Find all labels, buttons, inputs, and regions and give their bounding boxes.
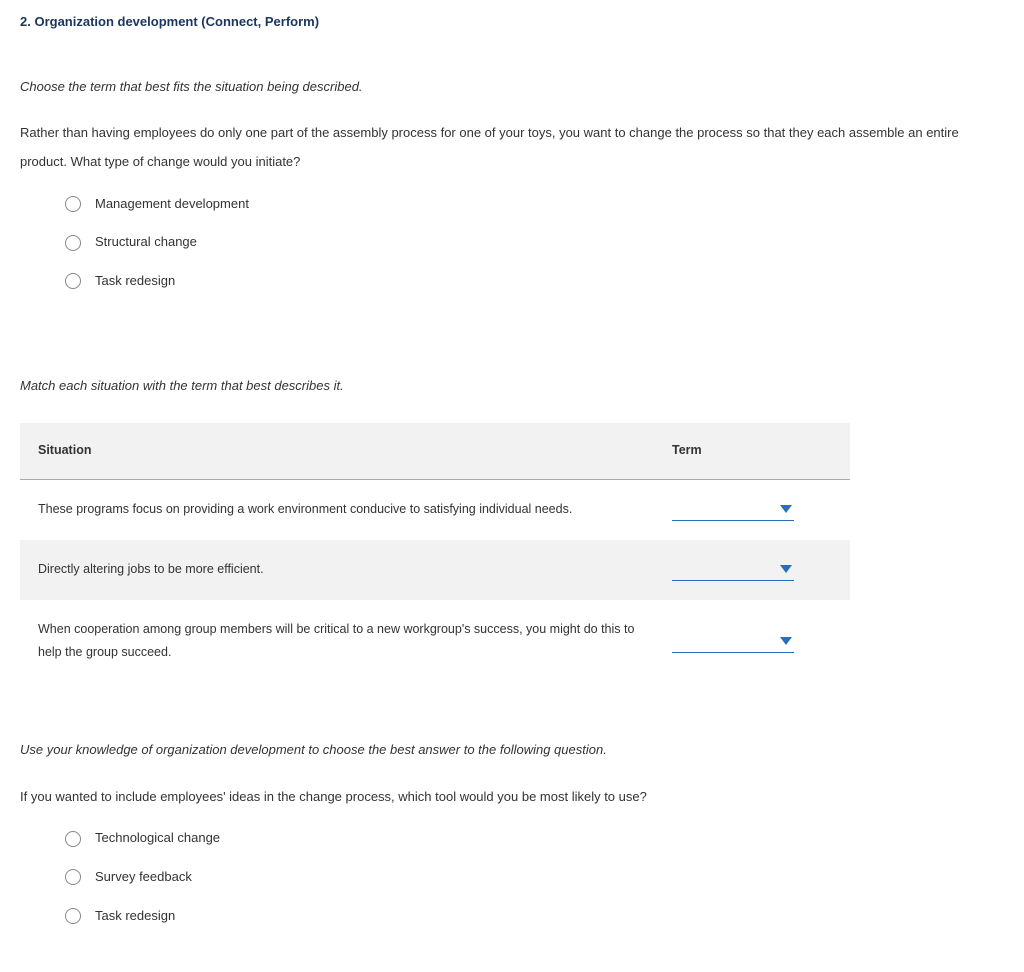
col-situation: Situation xyxy=(20,423,654,479)
option-label: Management development xyxy=(95,192,249,217)
radio-icon xyxy=(65,831,81,847)
question-title: 2. Organization development (Connect, Pe… xyxy=(20,10,1004,35)
q2-option-c[interactable]: Task redesign xyxy=(65,904,1004,929)
radio-icon xyxy=(65,235,81,251)
match-instruction: Match each situation with the term that … xyxy=(20,374,1004,399)
col-term: Term xyxy=(654,423,850,479)
q1-stem: Rather than having employees do only one… xyxy=(20,119,1004,176)
term-dropdown[interactable] xyxy=(672,498,794,521)
situation-cell: Directly altering jobs to be more effici… xyxy=(20,540,654,600)
q1-option-c[interactable]: Task redesign xyxy=(65,269,1004,294)
q1-instruction: Choose the term that best fits the situa… xyxy=(20,75,1004,100)
chevron-down-icon xyxy=(780,505,792,513)
match-table: Situation Term These programs focus on p… xyxy=(20,423,850,683)
option-label: Survey feedback xyxy=(95,865,192,890)
chevron-down-icon xyxy=(780,565,792,573)
chevron-down-icon xyxy=(780,637,792,645)
option-label: Structural change xyxy=(95,230,197,255)
q1-option-b[interactable]: Structural change xyxy=(65,230,1004,255)
table-row: Directly altering jobs to be more effici… xyxy=(20,540,850,600)
q2-options: Technological change Survey feedback Tas… xyxy=(65,826,1004,928)
radio-icon xyxy=(65,273,81,289)
radio-icon xyxy=(65,869,81,885)
term-dropdown[interactable] xyxy=(672,558,794,581)
q2-stem: If you wanted to include employees' idea… xyxy=(20,783,1004,812)
q2-instruction: Use your knowledge of organization devel… xyxy=(20,738,1004,763)
radio-icon xyxy=(65,196,81,212)
q2-option-b[interactable]: Survey feedback xyxy=(65,865,1004,890)
option-label: Task redesign xyxy=(95,904,175,929)
radio-icon xyxy=(65,908,81,924)
q2-option-a[interactable]: Technological change xyxy=(65,826,1004,851)
q1-option-a[interactable]: Management development xyxy=(65,192,1004,217)
situation-cell: When cooperation among group members wil… xyxy=(20,600,654,684)
option-label: Technological change xyxy=(95,826,220,851)
term-dropdown[interactable] xyxy=(672,630,794,653)
option-label: Task redesign xyxy=(95,269,175,294)
table-row: When cooperation among group members wil… xyxy=(20,600,850,684)
table-row: These programs focus on providing a work… xyxy=(20,480,850,540)
q1-options: Management development Structural change… xyxy=(65,192,1004,294)
situation-cell: These programs focus on providing a work… xyxy=(20,480,654,540)
